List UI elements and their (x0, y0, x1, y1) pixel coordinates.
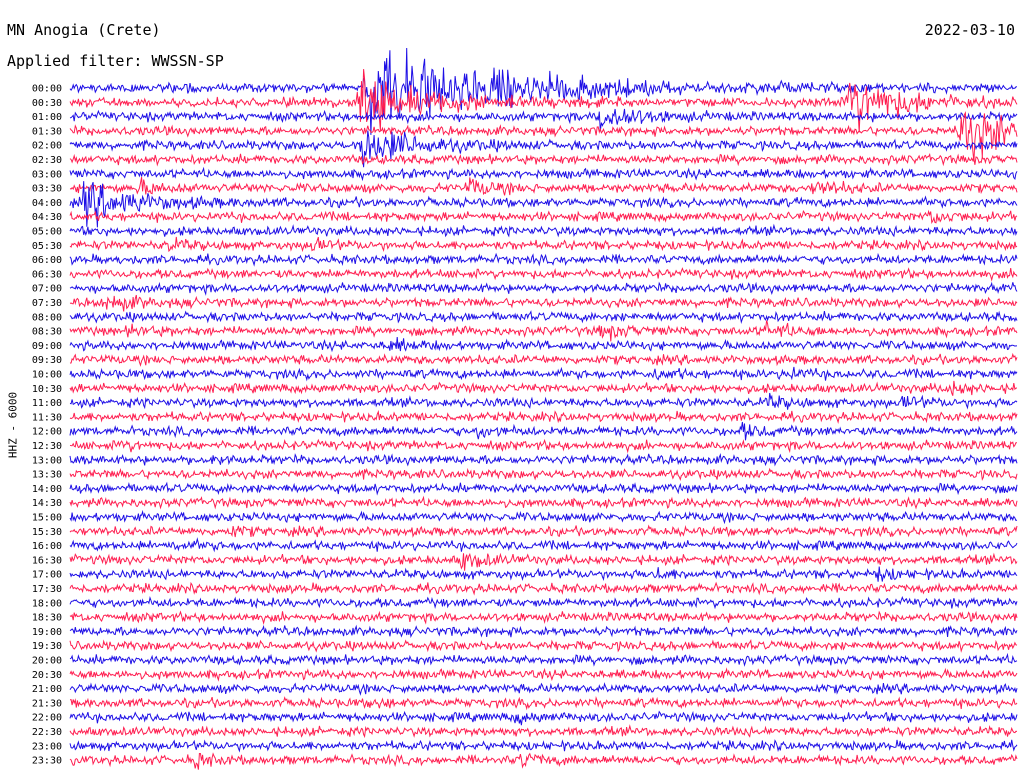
trace-row (69, 667, 1018, 682)
row-time-label: 23:30 (32, 756, 62, 767)
trace-row (69, 223, 1018, 238)
trace-row (69, 47, 1018, 135)
row-time-label: 12:30 (32, 441, 62, 452)
trace-row (69, 152, 1018, 167)
row-time-label: 04:30 (32, 212, 62, 223)
row-time-label: 15:30 (32, 527, 62, 538)
row-time-label: 06:00 (32, 255, 62, 266)
row-time-label: 17:30 (32, 584, 62, 595)
trace-row (69, 166, 1018, 182)
row-time-label: 03:00 (32, 169, 62, 180)
row-time-label: 10:00 (32, 370, 62, 381)
trace-row (69, 130, 1018, 168)
row-time-label: 18:30 (32, 613, 62, 624)
trace-row (69, 337, 1017, 353)
trace-row (69, 310, 1018, 324)
row-time-label: 16:30 (32, 555, 62, 566)
trace-row (69, 595, 1018, 610)
row-time-label: 19:00 (32, 627, 62, 638)
trace-row (69, 467, 1018, 481)
trace-row (69, 495, 1018, 511)
row-time-labels: 00:00 00:30 01:00 01:30 02:00 02:30 03:00 03:30… (32, 84, 62, 767)
row-time-label: 01:30 (32, 126, 62, 137)
helicorder-chart: 00:00 00:30 01:00 01:30 02:00 02:30 03:00 03:30… (32, 47, 1018, 770)
row-time-label: 13:00 (32, 455, 62, 466)
trace-row (69, 380, 1018, 396)
row-time-label: 05:30 (32, 241, 62, 252)
row-time-label: 09:30 (32, 355, 62, 366)
row-time-label: 07:00 (32, 284, 62, 295)
trace-row (69, 294, 1018, 312)
row-time-label: 22:00 (32, 713, 62, 724)
trace-row (69, 724, 1018, 739)
row-time-label: 14:30 (32, 498, 62, 509)
row-time-label: 21:30 (32, 698, 62, 709)
trace-row (69, 252, 1018, 267)
trace-row (69, 366, 1018, 382)
row-time-label: 19:30 (32, 641, 62, 652)
row-time-label: 03:30 (32, 184, 62, 195)
trace-row (69, 438, 1017, 454)
row-time-label: 15:00 (32, 513, 62, 524)
row-time-label: 04:00 (32, 198, 62, 209)
row-time-label: 23:00 (32, 741, 62, 752)
trace-row (69, 652, 1018, 667)
row-time-label: 02:00 (32, 141, 62, 152)
row-time-label: 06:30 (32, 269, 62, 280)
trace-row (69, 481, 1018, 496)
trace-row (69, 610, 1018, 625)
trace-row (69, 710, 1018, 726)
trace-row (69, 537, 1018, 553)
trace-row (69, 320, 1018, 342)
row-time-label: 20:00 (32, 656, 62, 667)
trace-row (69, 453, 1018, 467)
row-time-label: 12:00 (32, 427, 62, 438)
trace-row (69, 409, 1018, 425)
trace-row (69, 421, 1018, 441)
row-time-label: 21:00 (32, 684, 62, 695)
trace-row (69, 624, 1018, 639)
row-time-label: 08:30 (32, 327, 62, 338)
row-time-label: 10:30 (32, 384, 62, 395)
trace-row (69, 695, 1018, 711)
trace-row (69, 177, 1018, 196)
row-time-label: 05:00 (32, 227, 62, 238)
trace-row (69, 236, 1018, 253)
trace-row (69, 509, 1018, 525)
row-time-label: 09:00 (32, 341, 62, 352)
trace-row (69, 552, 1018, 571)
trace-row (69, 581, 1018, 596)
trace-row (69, 566, 1018, 582)
trace-row (69, 392, 1018, 410)
trace-row (69, 267, 1018, 282)
row-time-label: 01:00 (32, 112, 62, 123)
row-time-label: 18:00 (32, 598, 62, 609)
trace-row (69, 352, 1018, 367)
trace-row (69, 69, 1018, 133)
trace-row (69, 639, 1018, 653)
row-time-label: 11:00 (32, 398, 62, 409)
row-time-label: 00:00 (32, 84, 62, 95)
row-time-label: 11:30 (32, 412, 62, 423)
trace-row (69, 682, 1018, 696)
row-time-label: 16:00 (32, 541, 62, 552)
trace-row (69, 209, 1018, 225)
row-time-label: 02:30 (32, 155, 62, 166)
trace-row (69, 524, 1018, 538)
row-time-label: 08:00 (32, 312, 62, 323)
row-time-label: 00:30 (32, 98, 62, 109)
seismic-traces (69, 47, 1018, 770)
row-time-label: 14:00 (32, 484, 62, 495)
row-time-label: 13:30 (32, 470, 62, 481)
row-time-label: 07:30 (32, 298, 62, 309)
trace-row (69, 739, 1018, 753)
row-time-label: 20:30 (32, 670, 62, 681)
row-time-label: 22:30 (32, 727, 62, 738)
trace-row (69, 752, 1018, 770)
row-time-label: 17:00 (32, 570, 62, 581)
trace-row (69, 281, 1018, 296)
trace-row (69, 110, 1018, 162)
